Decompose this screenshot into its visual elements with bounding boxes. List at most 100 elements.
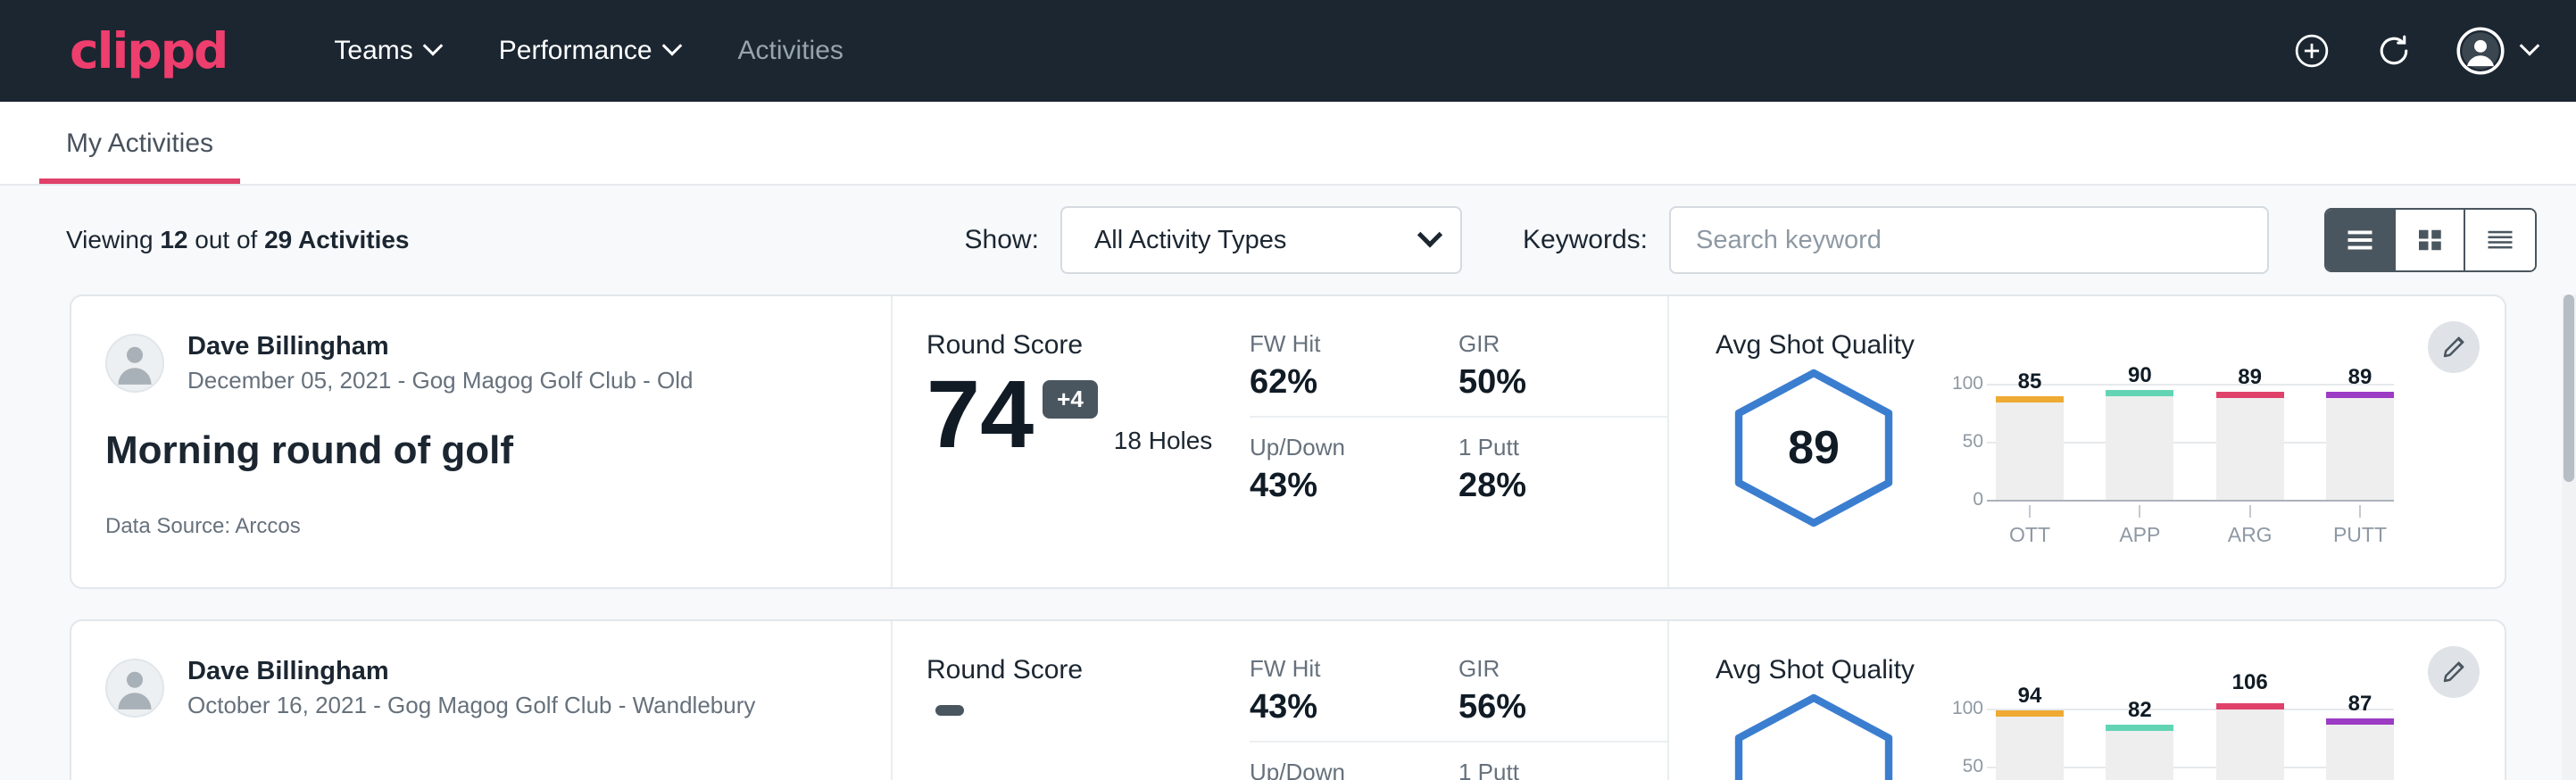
search-input-wrapper[interactable] [1669, 206, 2269, 274]
scrollbar-thumb[interactable] [2564, 295, 2574, 482]
x-label-ott-wrap: OTT [1996, 505, 2064, 547]
edit-activity-button[interactable] [2428, 321, 2480, 373]
activity-stats-grid: FW Hit 62% GIR 50% Up/Down 43% 1 Putt 28… [1250, 296, 1669, 587]
avg-shot-quality-body: 89 100 50 0 85 [1716, 368, 2505, 547]
y-tick-50: 50 [1948, 431, 1983, 452]
stat-up-down: Up/Down [1250, 759, 1458, 780]
bar-app-cap [2106, 725, 2173, 731]
activity-list[interactable]: Dave Billingham December 05, 2021 - Gog … [0, 295, 2576, 780]
score-to-par-badge: +4 [1043, 380, 1098, 419]
compact-view-icon [2484, 227, 2516, 253]
chevron-down-icon [422, 36, 443, 56]
stat-up-down-label: Up/Down [1250, 434, 1425, 461]
account-menu[interactable] [2456, 27, 2537, 75]
activity-stats-grid: FW Hit 43% GIR 56% Up/Down 1 Putt [1250, 621, 1669, 780]
bar-arg-value: 89 [2216, 365, 2284, 390]
bar-arg-fill [2216, 397, 2284, 500]
activity-type-value: All Activity Types [1094, 226, 1421, 255]
avg-shot-quality-label: Avg Shot Quality [1716, 330, 2505, 361]
x-label-app-wrap: APP [2106, 505, 2173, 547]
shot-quality-bar-chart: 100 50 0 94 [1948, 693, 2394, 780]
compact-view-button[interactable] [2465, 210, 2535, 270]
bar-ott-cap [1996, 396, 2064, 402]
x-tick-putt [2359, 505, 2361, 518]
stat-one-putt-label: 1 Putt [1458, 434, 1633, 461]
view-toggle-group [2324, 208, 2537, 272]
round-score-label: Round Score [927, 330, 1250, 361]
bar-arg-value: 106 [2216, 670, 2284, 695]
bar-arg: 106 [2216, 709, 2284, 780]
y-tick-100: 100 [1948, 698, 1983, 719]
stat-gir-label: GIR [1458, 655, 1633, 683]
grid-view-button[interactable] [2396, 210, 2465, 270]
y-tick-50: 50 [1948, 756, 1983, 777]
activity-meta: December 05, 2021 - Gog Magog Golf Club … [187, 366, 694, 396]
chevron-down-icon [1417, 222, 1442, 247]
viewing-prefix: Viewing [66, 226, 160, 253]
stat-fw-hit-value: 43% [1250, 688, 1425, 726]
avg-shot-quality-body: 100 50 0 94 [1716, 693, 2505, 780]
chart-bars: 85 90 [1996, 384, 2394, 500]
nav-item-activities[interactable]: Activities [738, 36, 843, 66]
grid-view-icon [2414, 227, 2446, 253]
activity-author: Dave Billingham December 05, 2021 - Gog … [105, 330, 891, 396]
stat-one-putt: 1 Putt [1458, 759, 1667, 780]
activity-card[interactable]: Dave Billingham December 05, 2021 - Gog … [70, 295, 2506, 589]
list-view-button[interactable] [2326, 210, 2396, 270]
plus-circle-icon[interactable] [2292, 31, 2331, 71]
nav-item-teams-label: Teams [334, 36, 412, 66]
bar-app: 82 [2106, 709, 2173, 780]
bar-app-value: 82 [2106, 698, 2173, 723]
x-label-app: APP [2119, 523, 2160, 546]
list-view-icon [2344, 227, 2376, 253]
bar-putt-value: 87 [2326, 692, 2394, 717]
refresh-icon[interactable] [2374, 31, 2414, 71]
x-label-arg-wrap: ARG [2216, 505, 2284, 547]
pencil-icon [2440, 659, 2467, 685]
tab-bar: My Activities [0, 102, 2576, 186]
bar-putt: 89 [2326, 384, 2394, 500]
bar-app-fill [2106, 730, 2173, 780]
edit-activity-button[interactable] [2428, 646, 2480, 698]
bar-ott: 94 [1996, 709, 2064, 780]
bar-ott-fill [1996, 716, 2064, 780]
search-input[interactable] [1696, 226, 2242, 255]
bar-putt-fill [2326, 397, 2394, 500]
chart-plot-area: 100 50 0 94 [1948, 709, 2394, 780]
stat-up-down-value: 43% [1250, 467, 1425, 505]
stat-fw-hit: FW Hit 62% [1250, 330, 1458, 418]
avatar [105, 659, 164, 718]
x-tick-arg [2249, 505, 2251, 518]
stat-gir-label: GIR [1458, 330, 1633, 358]
avg-shot-quality-section: Avg Shot Quality 89 100 50 0 [1669, 296, 2505, 587]
holes-label: 18 Holes [1114, 427, 1213, 462]
bar-putt-value: 89 [2326, 365, 2394, 390]
axis-line [1987, 500, 2394, 502]
activity-title: Morning round of golf [105, 428, 891, 473]
filter-controls: Show: All Activity Types Keywords: [965, 206, 2537, 274]
chart-x-axis: OTT APP ARG PUTT [1996, 505, 2394, 547]
page-scrollbar[interactable] [2562, 295, 2576, 780]
stat-gir-value: 56% [1458, 688, 1633, 726]
nav-item-teams[interactable]: Teams [334, 36, 439, 66]
pencil-icon [2440, 334, 2467, 361]
clippd-logo[interactable]: clippd [70, 27, 227, 76]
activity-card[interactable]: Dave Billingham October 16, 2021 - Gog M… [70, 619, 2506, 780]
x-label-ott: OTT [2009, 523, 2050, 546]
primary-nav: Teams Performance Activities [334, 36, 843, 66]
activity-author: Dave Billingham October 16, 2021 - Gog M… [105, 655, 891, 721]
account-avatar-icon [2456, 27, 2505, 75]
activity-summary: Dave Billingham December 05, 2021 - Gog … [71, 296, 893, 587]
person-icon [107, 659, 162, 716]
viewing-mid: out of [187, 226, 264, 253]
nav-item-performance[interactable]: Performance [499, 36, 679, 66]
nav-item-performance-label: Performance [499, 36, 652, 66]
viewing-count: 12 [160, 226, 187, 253]
tab-my-activities[interactable]: My Activities [39, 129, 240, 184]
activity-type-select[interactable]: All Activity Types [1060, 206, 1462, 274]
stat-fw-hit-value: 62% [1250, 363, 1425, 402]
bar-putt-cap [2326, 392, 2394, 398]
activity-data-source: Data Source: Arccos [105, 514, 891, 539]
avg-shot-quality-section: Avg Shot Quality 100 50 0 [1669, 621, 2505, 780]
chevron-down-icon [661, 36, 682, 56]
